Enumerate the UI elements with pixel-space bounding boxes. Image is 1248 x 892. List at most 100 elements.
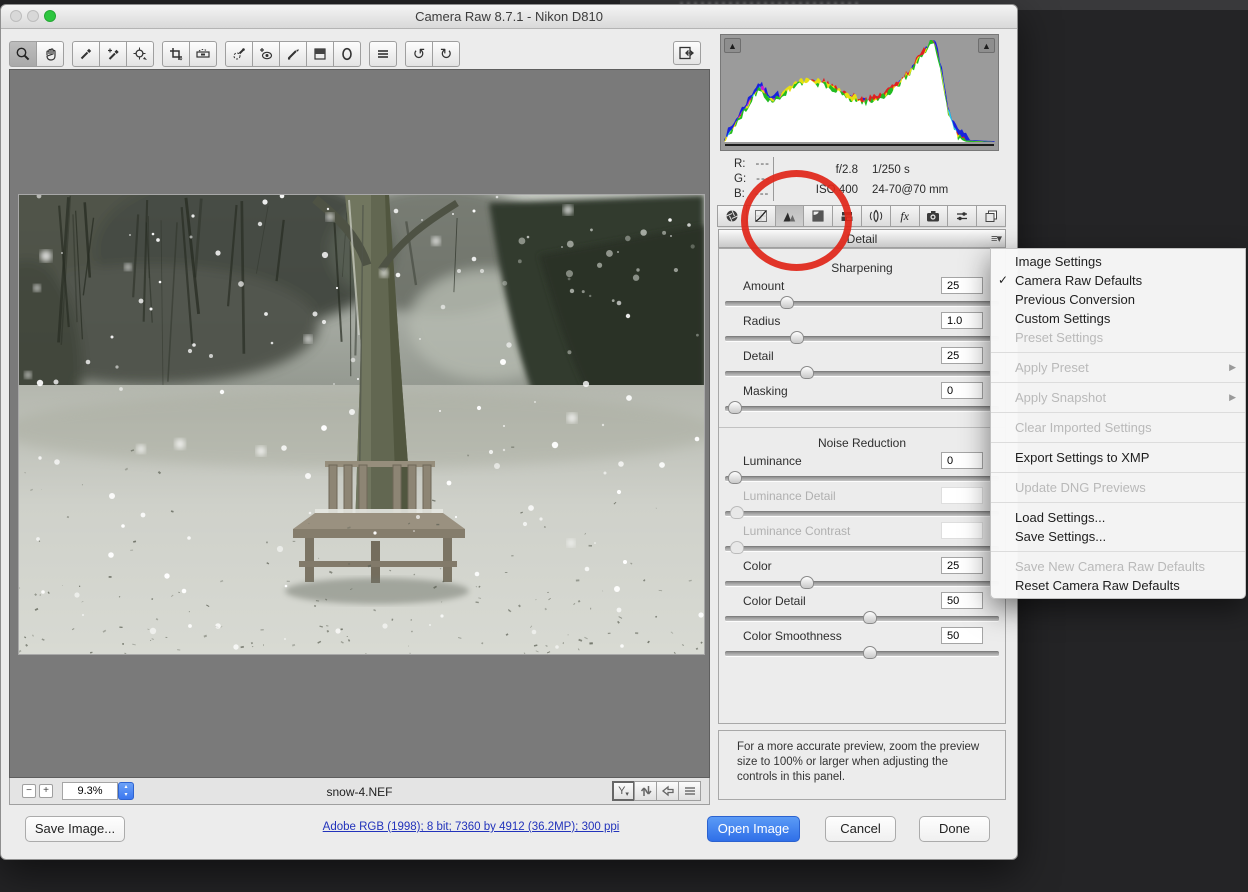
preferences-tool-button[interactable]: [369, 41, 397, 67]
menu-item-reset-camera-raw-defaults[interactable]: Reset Camera Raw Defaults: [991, 576, 1245, 595]
swap-before-after-button[interactable]: [634, 781, 657, 801]
g-label: G:: [734, 172, 746, 187]
done-button[interactable]: Done: [919, 816, 990, 842]
split-toning-icon: [839, 208, 855, 224]
shadow-clipping-toggle[interactable]: ▲: [724, 38, 741, 53]
tab-hsl-grayscale[interactable]: [803, 205, 833, 227]
menu-separator: [991, 442, 1245, 443]
aperture-value: f/2.8: [800, 160, 858, 180]
menu-item-apply-preset: Apply Preset▶: [991, 358, 1245, 377]
slider-thumb[interactable]: [780, 296, 794, 309]
menu-item-label: Preset Settings: [1015, 330, 1103, 345]
lens-value: 24-70@70 mm: [872, 180, 948, 200]
menu-item-label: Load Settings...: [1015, 510, 1105, 525]
slider-thumb[interactable]: [863, 611, 877, 624]
crop-tool-button[interactable]: [162, 41, 190, 67]
slider-luminance: Luminance: [725, 452, 999, 485]
window-title: Camera Raw 8.7.1 - Nikon D810: [1, 9, 1017, 24]
slider-label: Luminance Contrast: [743, 524, 850, 538]
open-image-button[interactable]: Open Image: [707, 816, 800, 842]
menu-item-image-settings[interactable]: Image Settings: [991, 252, 1245, 271]
graduated-filter-tool-button[interactable]: [306, 41, 334, 67]
slider-value-field[interactable]: [941, 627, 983, 644]
slider-value-field[interactable]: [941, 382, 983, 399]
rotate-left-button[interactable]: ↺: [405, 41, 433, 67]
slider-value-field[interactable]: [941, 277, 983, 294]
toggle-fullscreen-button[interactable]: [673, 41, 701, 65]
adjustment-brush-tool-button[interactable]: [279, 41, 307, 67]
panel-note: For a more accurate preview, zoom the pr…: [718, 730, 1006, 800]
slider-value-field[interactable]: [941, 557, 983, 574]
slider-track[interactable]: [725, 546, 999, 552]
slider-track[interactable]: [725, 406, 999, 412]
slider-track[interactable]: [725, 336, 999, 342]
tab-split-toning[interactable]: [832, 205, 862, 227]
tab-basic[interactable]: [717, 205, 747, 227]
straighten-tool-button[interactable]: [189, 41, 217, 67]
workflow-options-link[interactable]: Adobe RGB (1998); 8 bit; 7360 by 4912 (3…: [171, 821, 771, 833]
red-eye-tool-button[interactable]: [252, 41, 280, 67]
slider-value-field[interactable]: [941, 312, 983, 329]
slider-thumb[interactable]: [728, 471, 742, 484]
color-sampler-tool-button[interactable]: [99, 41, 127, 67]
menu-item-label: Apply Snapshot: [1015, 390, 1106, 405]
slider-thumb[interactable]: [730, 506, 744, 519]
cancel-button[interactable]: Cancel: [825, 816, 896, 842]
title-bar: Camera Raw 8.7.1 - Nikon D810: [1, 5, 1017, 29]
menu-item-apply-snapshot: Apply Snapshot▶: [991, 388, 1245, 407]
slider-value-field[interactable]: [941, 592, 983, 609]
tab-snapshots[interactable]: [976, 205, 1006, 227]
spot-removal-tool-button[interactable]: [225, 41, 253, 67]
slider-thumb[interactable]: [800, 366, 814, 379]
menu-item-save-settings[interactable]: Save Settings...: [991, 527, 1245, 546]
slider-thumb[interactable]: [728, 401, 742, 414]
menu-item-save-new-camera-raw-defaults: Save New Camera Raw Defaults: [991, 557, 1245, 576]
slider-thumb[interactable]: [790, 331, 804, 344]
copy-settings-button[interactable]: [656, 781, 679, 801]
highlight-clipping-toggle[interactable]: ▲: [978, 38, 995, 53]
zoom-tool-button[interactable]: [9, 41, 37, 67]
white-balance-tool-button[interactable]: [72, 41, 100, 67]
preview-preferences-button[interactable]: [678, 781, 701, 801]
shutter-value: 1/250 s: [872, 160, 910, 180]
preview-mode-button[interactable]: Y▾: [612, 781, 635, 801]
menu-item-export-settings-to-xmp[interactable]: Export Settings to XMP: [991, 448, 1245, 467]
target-circle-icon: [132, 46, 148, 62]
menu-item-load-settings[interactable]: Load Settings...: [991, 508, 1245, 527]
slider-track[interactable]: [725, 511, 999, 517]
menu-item-label: Apply Preset: [1015, 360, 1089, 375]
slider-thumb[interactable]: [800, 576, 814, 589]
fx-icon: fx: [900, 209, 909, 224]
slider-value-field: [941, 487, 983, 504]
menu-item-previous-conversion[interactable]: Previous Conversion: [991, 290, 1245, 309]
section-title: Sharpening: [719, 261, 1005, 275]
slider-thumb[interactable]: [863, 646, 877, 659]
tab-presets[interactable]: [947, 205, 977, 227]
tab-tone-curve[interactable]: [746, 205, 776, 227]
slider-track[interactable]: [725, 371, 999, 377]
adjustment-tabs: fx: [718, 205, 1006, 228]
tab-detail[interactable]: [775, 205, 805, 227]
slider-value-field[interactable]: [941, 347, 983, 364]
tab-effects[interactable]: fx: [890, 205, 920, 227]
menu-item-label: Reset Camera Raw Defaults: [1015, 578, 1180, 593]
slider-track[interactable]: [725, 616, 999, 622]
slider-label: Detail: [743, 349, 774, 363]
menu-item-custom-settings[interactable]: Custom Settings: [991, 309, 1245, 328]
radial-filter-tool-button[interactable]: [333, 41, 361, 67]
hand-tool-button[interactable]: [36, 41, 64, 67]
slider-track[interactable]: [725, 476, 999, 482]
targeted-adjustment-tool-button[interactable]: [126, 41, 154, 67]
tab-camera-calibration[interactable]: [919, 205, 949, 227]
menu-item-camera-raw-defaults[interactable]: ✓Camera Raw Defaults: [991, 271, 1245, 290]
save-image-button[interactable]: Save Image...: [25, 816, 125, 842]
slider-track[interactable]: [725, 651, 999, 657]
slider-value-field[interactable]: [941, 452, 983, 469]
slider-thumb[interactable]: [730, 541, 744, 554]
slider-track[interactable]: [725, 301, 999, 307]
rotate-right-button[interactable]: ↻: [432, 41, 460, 67]
tab-lens-corrections[interactable]: [861, 205, 891, 227]
slider-label: Color Detail: [743, 594, 806, 608]
panel-menu-button[interactable]: ≡▾: [991, 232, 1001, 245]
slider-track[interactable]: [725, 581, 999, 587]
